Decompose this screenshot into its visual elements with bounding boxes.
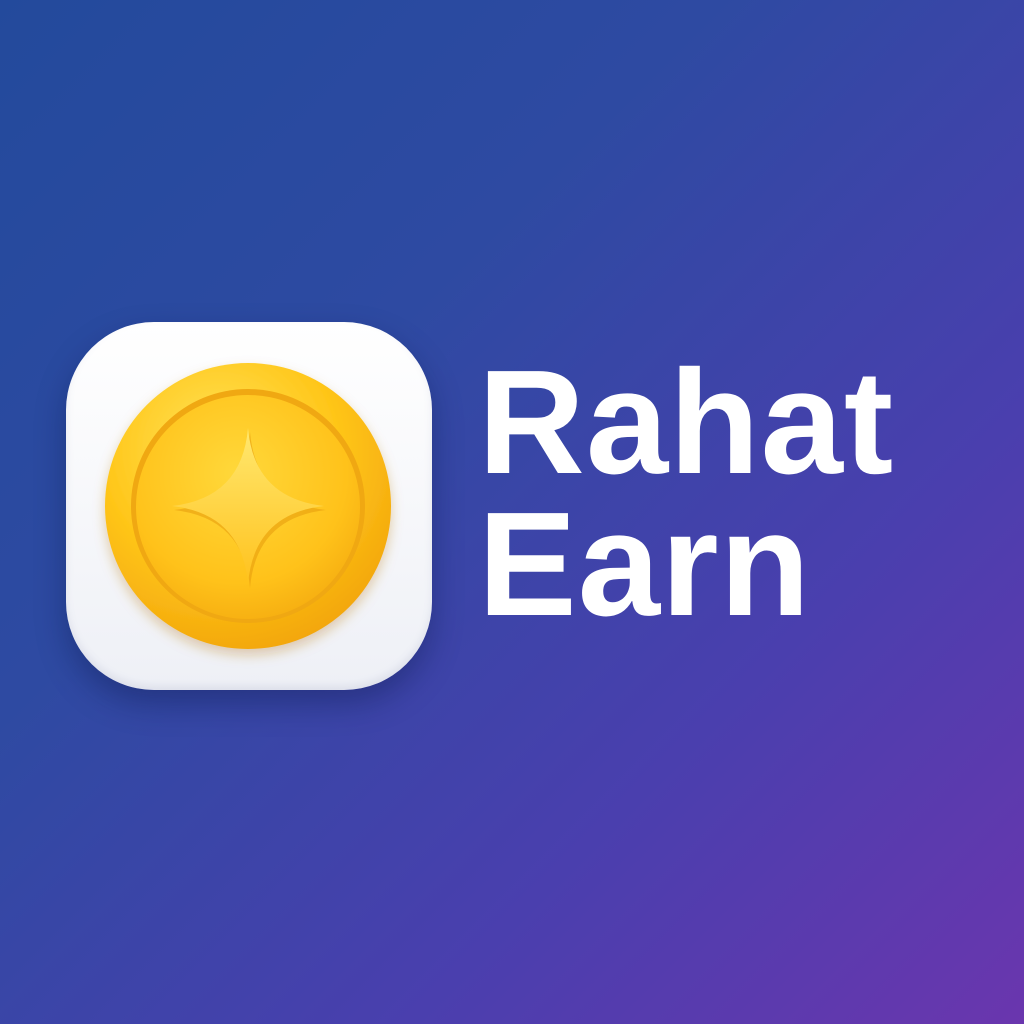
- app-logo-tile: [66, 322, 432, 690]
- brand-name-line-2: Earn: [478, 482, 812, 647]
- brand-name-line-1: Rahat: [478, 340, 895, 505]
- coin-star-icon: [105, 363, 391, 649]
- brand-name: Rahat Earn: [478, 340, 998, 647]
- splash-screen: Rahat Earn: [0, 0, 1024, 1024]
